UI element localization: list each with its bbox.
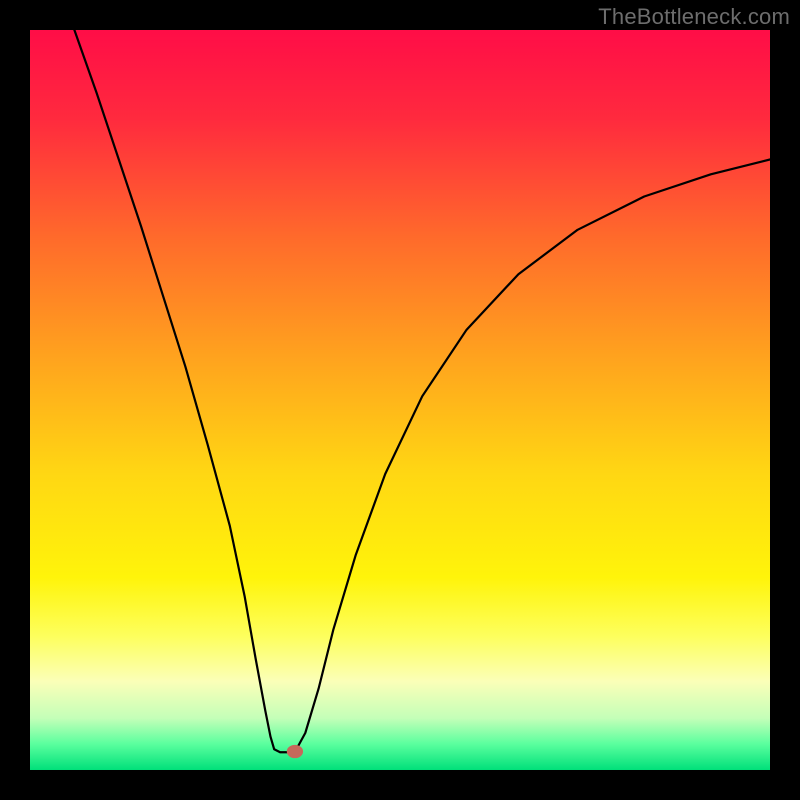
bottleneck-chart [30, 30, 770, 770]
watermark-text: TheBottleneck.com [598, 4, 790, 30]
marker-dot [287, 745, 303, 758]
chart-frame: TheBottleneck.com [0, 0, 800, 800]
chart-background [30, 30, 770, 770]
